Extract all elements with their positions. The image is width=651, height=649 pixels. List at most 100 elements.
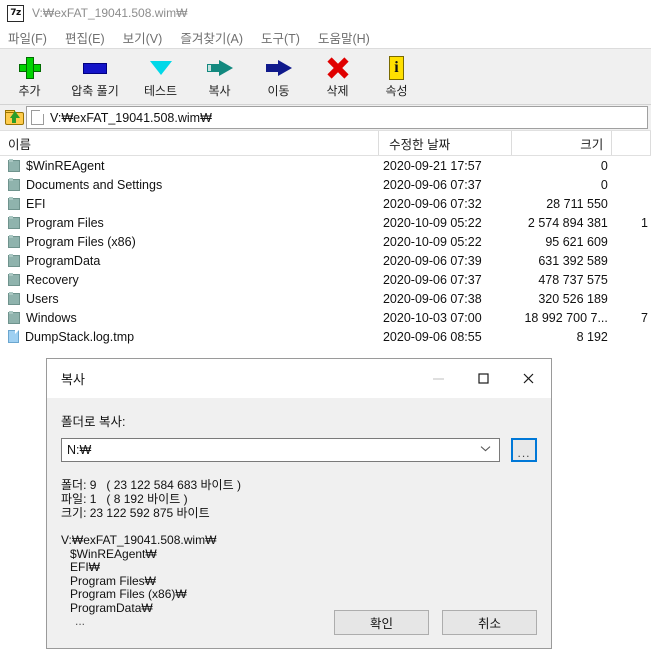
dialog-body: 폴더로 복사: N:₩ ... 폴더: 9 ( 23 122 584 683 바… <box>47 411 551 649</box>
ok-button[interactable]: 확인 <box>334 610 429 635</box>
toolbar: 추가 압축 풀기 테스트 복사 이동 삭제 i 속성 <box>0 49 651 105</box>
file-name-cell: EFI <box>0 197 380 211</box>
file-name-text: Documents and Settings <box>26 177 163 192</box>
folder-icon <box>8 159 20 172</box>
plus-icon <box>18 55 41 81</box>
browse-button[interactable]: ... <box>511 438 537 462</box>
folder-icon <box>8 178 20 191</box>
file-date-cell: 2020-09-06 07:37 <box>382 177 482 192</box>
table-row[interactable]: Program Files 2020-10-09 05:22 2 574 894… <box>0 213 651 232</box>
file-size-cell: 478 737 575 <box>538 272 608 287</box>
toolbar-label-test: 테스트 <box>143 84 178 98</box>
minimize-button[interactable] <box>416 360 461 398</box>
folder-icon <box>8 254 20 267</box>
table-row[interactable]: Program Files (x86) 2020-10-09 05:22 95 … <box>0 232 651 251</box>
browse-button-label: ... <box>517 446 531 460</box>
stats-folders: 폴더: 9 ( 23 122 584 683 바이트 ) <box>61 478 241 492</box>
file-name-cell: Program Files (x86) <box>0 235 380 249</box>
toolbar-button-properties[interactable]: i 속성 <box>367 52 426 99</box>
file-name-text: $WinREAgent <box>26 158 105 173</box>
toolbar-button-extract[interactable]: 압축 풀기 <box>59 52 131 99</box>
file-date-cell: 2020-09-06 07:39 <box>382 253 482 268</box>
file-size-cell: 0 <box>600 158 608 173</box>
stats-size: 크기: 23 122 592 875 바이트 <box>61 506 210 520</box>
table-row[interactable]: $WinREAgent 2020-09-21 17:57 0 <box>0 156 651 175</box>
column-header-date[interactable]: 수정한 날짜 <box>379 131 513 155</box>
tree-item: EFI₩ <box>70 560 100 574</box>
file-name-cell: Program Files <box>0 216 380 230</box>
table-row[interactable]: Recovery 2020-09-06 07:37 478 737 575 <box>0 270 651 289</box>
file-name-text: DumpStack.log.tmp <box>25 329 135 344</box>
file-date-cell: 2020-09-06 07:38 <box>382 291 482 306</box>
folder-icon <box>8 216 20 229</box>
table-row[interactable]: DumpStack.log.tmp 2020-09-06 08:55 8 192 <box>0 327 651 346</box>
toolbar-label-add: 추가 <box>18 84 41 98</box>
file-name-text: Windows <box>26 310 77 325</box>
address-bar: V:₩exFAT_19041.508.wim₩ <box>0 105 651 130</box>
close-button[interactable] <box>506 360 551 398</box>
folder-icon <box>8 197 20 210</box>
file-date-cell: 2020-10-03 07:00 <box>382 310 482 325</box>
menu-bar: 파일(F) 편집(E) 보기(V) 즐겨찾기(A) 도구(T) 도움말(H) <box>0 26 651 48</box>
file-name-cell: Users <box>0 292 380 306</box>
file-size-cell: 28 711 550 <box>546 196 608 211</box>
maximize-button[interactable] <box>461 360 506 398</box>
toolbar-label-properties: 속성 <box>385 84 408 98</box>
menu-item-tools[interactable]: 도구(T) <box>261 26 309 49</box>
destination-value: N:₩ <box>67 443 92 457</box>
menu-item-help[interactable]: 도움말(H) <box>318 26 379 49</box>
file-name-cell: Documents and Settings <box>0 178 380 192</box>
tree-item: Program Files₩ <box>70 573 157 588</box>
cancel-button[interactable]: 취소 <box>442 610 537 635</box>
menu-item-edit[interactable]: 편집(E) <box>65 26 114 49</box>
file-list: $WinREAgent 2020-09-21 17:57 0 Documents… <box>0 156 651 346</box>
table-row[interactable]: Documents and Settings 2020-09-06 07:37 … <box>0 175 651 194</box>
toolbar-button-add[interactable]: 추가 <box>0 52 59 99</box>
table-row[interactable]: EFI 2020-09-06 07:32 28 711 550 <box>0 194 651 213</box>
table-row[interactable]: Users 2020-09-06 07:38 320 526 189 <box>0 289 651 308</box>
menu-item-file[interactable]: 파일(F) <box>8 26 56 49</box>
file-packed-size-cell: 7 <box>641 310 648 325</box>
folder-icon <box>8 273 20 286</box>
file-date-cell: 2020-09-06 08:55 <box>382 329 482 344</box>
window-title: V:₩exFAT_19041.508.wim₩ <box>32 6 188 20</box>
toolbar-button-test[interactable]: 테스트 <box>131 52 190 99</box>
dialog-title: 복사 <box>61 372 85 387</box>
toolbar-label-copy: 복사 <box>208 84 231 98</box>
menu-item-view[interactable]: 보기(V) <box>123 26 172 49</box>
table-row[interactable]: ProgramData 2020-09-06 07:39 631 392 589 <box>0 251 651 270</box>
file-name-text: Users <box>26 291 59 306</box>
copy-dialog: 복사 폴더로 복사: N:₩ ... 폴더: 9 (23 122 584 68… <box>46 358 552 649</box>
file-size-cell: 95 621 609 <box>545 234 608 249</box>
copy-arrow-icon <box>206 55 233 81</box>
destination-combobox[interactable]: N:₩ <box>61 438 500 462</box>
file-date-cell: 2020-09-21 17:57 <box>382 158 482 173</box>
toolbar-button-delete[interactable]: 삭제 <box>308 52 367 99</box>
toolbar-label-delete: 삭제 <box>326 84 349 98</box>
file-size-cell: 631 392 589 <box>538 253 608 268</box>
column-header-size[interactable]: 크기 <box>512 131 613 155</box>
toolbar-button-move[interactable]: 이동 <box>249 52 308 99</box>
path-input[interactable]: V:₩exFAT_19041.508.wim₩ <box>26 106 648 129</box>
app-icon-7z: 7z <box>7 4 24 22</box>
folder-icon <box>8 311 20 324</box>
toolbar-label-extract: 압축 풀기 <box>71 84 119 98</box>
file-name-cell: ProgramData <box>0 254 380 268</box>
file-size-cell: 18 992 700 7... <box>524 310 608 325</box>
dialog-title-bar: 복사 <box>47 359 551 398</box>
file-name-text: Program Files (x86) <box>26 234 136 249</box>
table-row[interactable]: Windows 2020-10-03 07:00 18 992 700 7...… <box>0 308 651 327</box>
file-name-text: ProgramData <box>26 253 101 268</box>
chevron-down-icon <box>480 442 491 456</box>
toolbar-button-copy[interactable]: 복사 <box>190 52 249 99</box>
column-header-packed-size[interactable] <box>612 131 651 155</box>
file-size-cell: 0 <box>600 177 608 192</box>
up-folder-icon[interactable] <box>2 107 26 128</box>
tree-item: Program Files (x86)₩ <box>70 587 187 601</box>
column-header-name[interactable]: 이름 <box>0 131 380 155</box>
file-size-cell: 8 192 <box>576 329 608 344</box>
menu-item-favorites[interactable]: 즐겨찾기(A) <box>180 26 252 49</box>
column-header-date-label: 수정한 날짜 <box>389 137 451 152</box>
file-date-cell: 2020-10-09 05:22 <box>382 215 482 230</box>
title-bar: 7z V:₩exFAT_19041.508.wim₩ <box>0 0 651 26</box>
